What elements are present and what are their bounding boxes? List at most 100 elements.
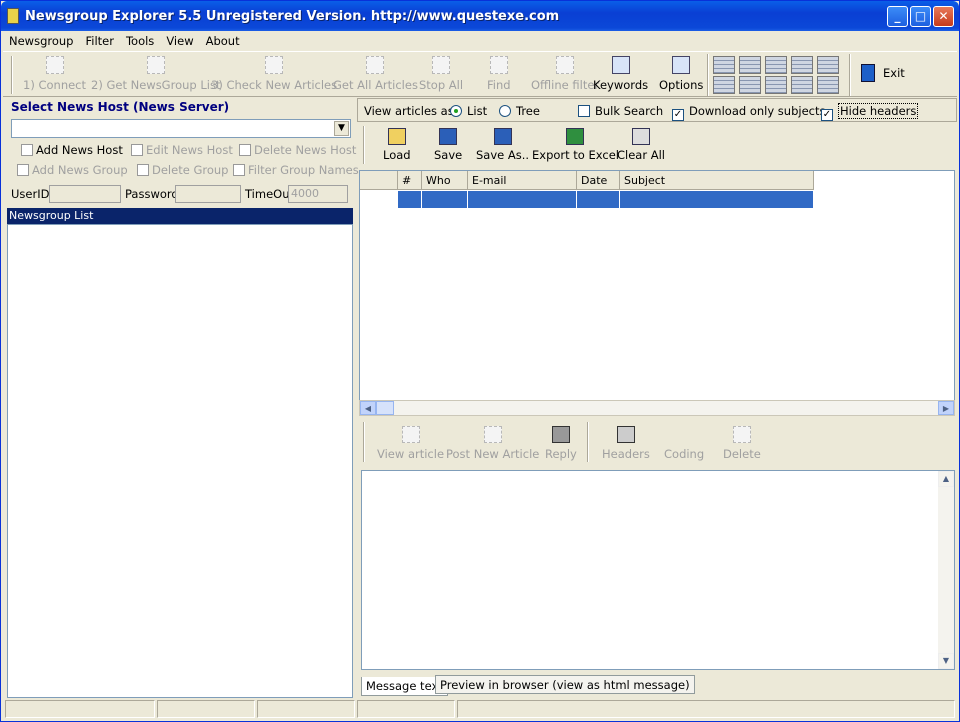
layout-9-icon[interactable]	[791, 76, 813, 94]
get-all-label: Get All Articles	[333, 78, 418, 92]
column-subject[interactable]: Subject	[620, 171, 814, 190]
floppy-icon	[439, 128, 458, 145]
column-email[interactable]: E-mail	[468, 171, 577, 190]
layout-4-icon[interactable]	[791, 56, 813, 74]
headers-label: Headers	[602, 447, 650, 461]
column-date[interactable]: Date	[577, 171, 620, 190]
menu-newsgroup[interactable]: Newsgroup	[3, 31, 79, 48]
scroll-left-icon[interactable]: ◀	[360, 401, 376, 415]
connect-button[interactable]: 1) Connect	[23, 56, 86, 92]
list-icon	[146, 56, 165, 74]
scroll-up-icon[interactable]: ▲	[938, 471, 954, 487]
scroll-right-icon[interactable]: ▶	[938, 401, 954, 415]
grid-row-header	[360, 171, 398, 190]
scroll-thumb[interactable]	[376, 401, 394, 415]
status-panel-5	[457, 700, 955, 718]
scroll-down-icon[interactable]: ▼	[938, 653, 954, 669]
save-button[interactable]: Save	[434, 128, 462, 162]
menu-about[interactable]: About	[200, 31, 246, 48]
layout-6-icon[interactable]	[713, 76, 735, 94]
menu-tools[interactable]: Tools	[120, 31, 160, 48]
add-host-icon	[21, 144, 33, 156]
view-tree-radio[interactable]: Tree	[499, 104, 540, 118]
post-label: Post New Article	[446, 447, 540, 461]
edit-news-host-button[interactable]: Edit News Host	[131, 143, 233, 157]
post-article-icon	[483, 426, 502, 443]
delete-group-label: Delete Group	[152, 163, 229, 177]
tab-preview-in-browser[interactable]: Preview in browser (view as html message…	[435, 675, 695, 694]
layout-2-icon[interactable]	[739, 56, 761, 74]
reply-button[interactable]: Reply	[545, 426, 577, 461]
layout-8-icon[interactable]	[765, 76, 787, 94]
layout-1-icon[interactable]	[713, 56, 735, 74]
options-button[interactable]: Options	[659, 56, 703, 92]
password-field[interactable]	[175, 185, 241, 203]
find-button[interactable]: Find	[487, 56, 511, 92]
layout-3-icon[interactable]	[765, 56, 787, 74]
delete-button[interactable]: Delete	[723, 426, 761, 461]
table-row[interactable]	[398, 191, 422, 208]
view-article-button[interactable]: View article	[377, 426, 444, 461]
get-list-label: 2) Get NewsGroup List	[91, 78, 221, 92]
add-news-group-button[interactable]: Add News Group	[17, 163, 128, 177]
userid-field[interactable]	[49, 185, 121, 203]
bulk-search-checkbox[interactable]: Bulk Search	[578, 104, 663, 118]
connect-icon	[45, 56, 64, 74]
hide-headers-checkbox[interactable]: ✓ Hide headers	[821, 103, 919, 121]
table-row[interactable]	[468, 191, 577, 208]
table-row[interactable]	[577, 191, 620, 208]
layout-5-icon[interactable]	[817, 56, 839, 74]
view-articles-label: View articles as	[364, 104, 454, 118]
table-row[interactable]	[620, 191, 814, 208]
news-host-dropdown[interactable]: ▼	[11, 119, 351, 138]
stop-label: Stop All	[419, 78, 464, 92]
column-number[interactable]: #	[398, 171, 422, 190]
maximize-button[interactable]: □	[910, 6, 931, 27]
menu-filter[interactable]: Filter	[79, 31, 119, 48]
post-new-article-button[interactable]: Post New Article	[446, 426, 539, 461]
newsgroup-list[interactable]	[7, 224, 353, 698]
headers-button[interactable]: Headers	[602, 426, 650, 461]
clear-all-button[interactable]: Clear All	[617, 128, 665, 162]
load-button[interactable]: Load	[383, 128, 411, 162]
articles-grid[interactable]: # Who E-mail Date Subject	[359, 170, 955, 408]
export-excel-button[interactable]: Export to Excel	[532, 128, 619, 162]
checkmark-icon: ✓	[672, 109, 684, 121]
stop-all-button[interactable]: Stop All	[419, 56, 463, 92]
delete-group-button[interactable]: Delete Group	[137, 163, 228, 177]
message-text-area[interactable]: ▲ ▼	[361, 470, 955, 670]
offline-filter-button[interactable]: Offline filter	[531, 56, 599, 92]
message-vertical-scrollbar[interactable]: ▲ ▼	[938, 471, 954, 669]
get-newsgroup-list-button[interactable]: 2) Get NewsGroup List	[91, 56, 220, 92]
close-button[interactable]: ✕	[933, 6, 954, 27]
add-news-host-button[interactable]: Add News Host	[21, 143, 123, 157]
grid-horizontal-scrollbar[interactable]: ◀ ▶	[359, 400, 955, 416]
view-list-radio[interactable]: List	[450, 104, 487, 118]
download-label: Download only subjects	[689, 104, 826, 118]
exit-button[interactable]: Exit	[861, 64, 905, 82]
table-row[interactable]	[422, 191, 468, 208]
coding-button[interactable]: Coding	[664, 426, 704, 461]
check-new-articles-button[interactable]: 3) Check New Articles	[211, 56, 337, 92]
coding-label: Coding	[664, 447, 705, 461]
view-options-bar: View articles as List Tree Bulk Search ✓…	[357, 98, 957, 122]
hide-headers-label: Hide headers	[838, 103, 919, 119]
chevron-down-icon[interactable]: ▼	[334, 121, 349, 136]
save-as-button[interactable]: Save As..	[476, 128, 529, 162]
title-bar[interactable]: Newsgroup Explorer 5.5 Unregistered Vers…	[1, 1, 959, 31]
keywords-label: Keywords	[593, 78, 649, 92]
main-toolbar: 1) Connect 2) Get NewsGroup List 3) Chec…	[3, 51, 957, 97]
delete-news-host-button[interactable]: Delete News Host	[239, 143, 356, 157]
save-layout-icon[interactable]	[817, 76, 839, 94]
minimize-button[interactable]: _	[887, 6, 908, 27]
timeout-stepper[interactable]: 4000	[288, 185, 348, 203]
keywords-button[interactable]: Keywords	[593, 56, 648, 92]
layout-7-icon[interactable]	[739, 76, 761, 94]
filter-group-names-button[interactable]: Filter Group Names	[233, 163, 359, 177]
get-all-articles-button[interactable]: Get All Articles	[333, 56, 418, 92]
column-who[interactable]: Who	[422, 171, 468, 190]
status-panel-1	[5, 700, 155, 718]
menu-view[interactable]: View	[160, 31, 199, 48]
clear-label: Clear All	[617, 148, 665, 162]
download-subjects-checkbox[interactable]: ✓ Download only subjects	[672, 104, 825, 121]
